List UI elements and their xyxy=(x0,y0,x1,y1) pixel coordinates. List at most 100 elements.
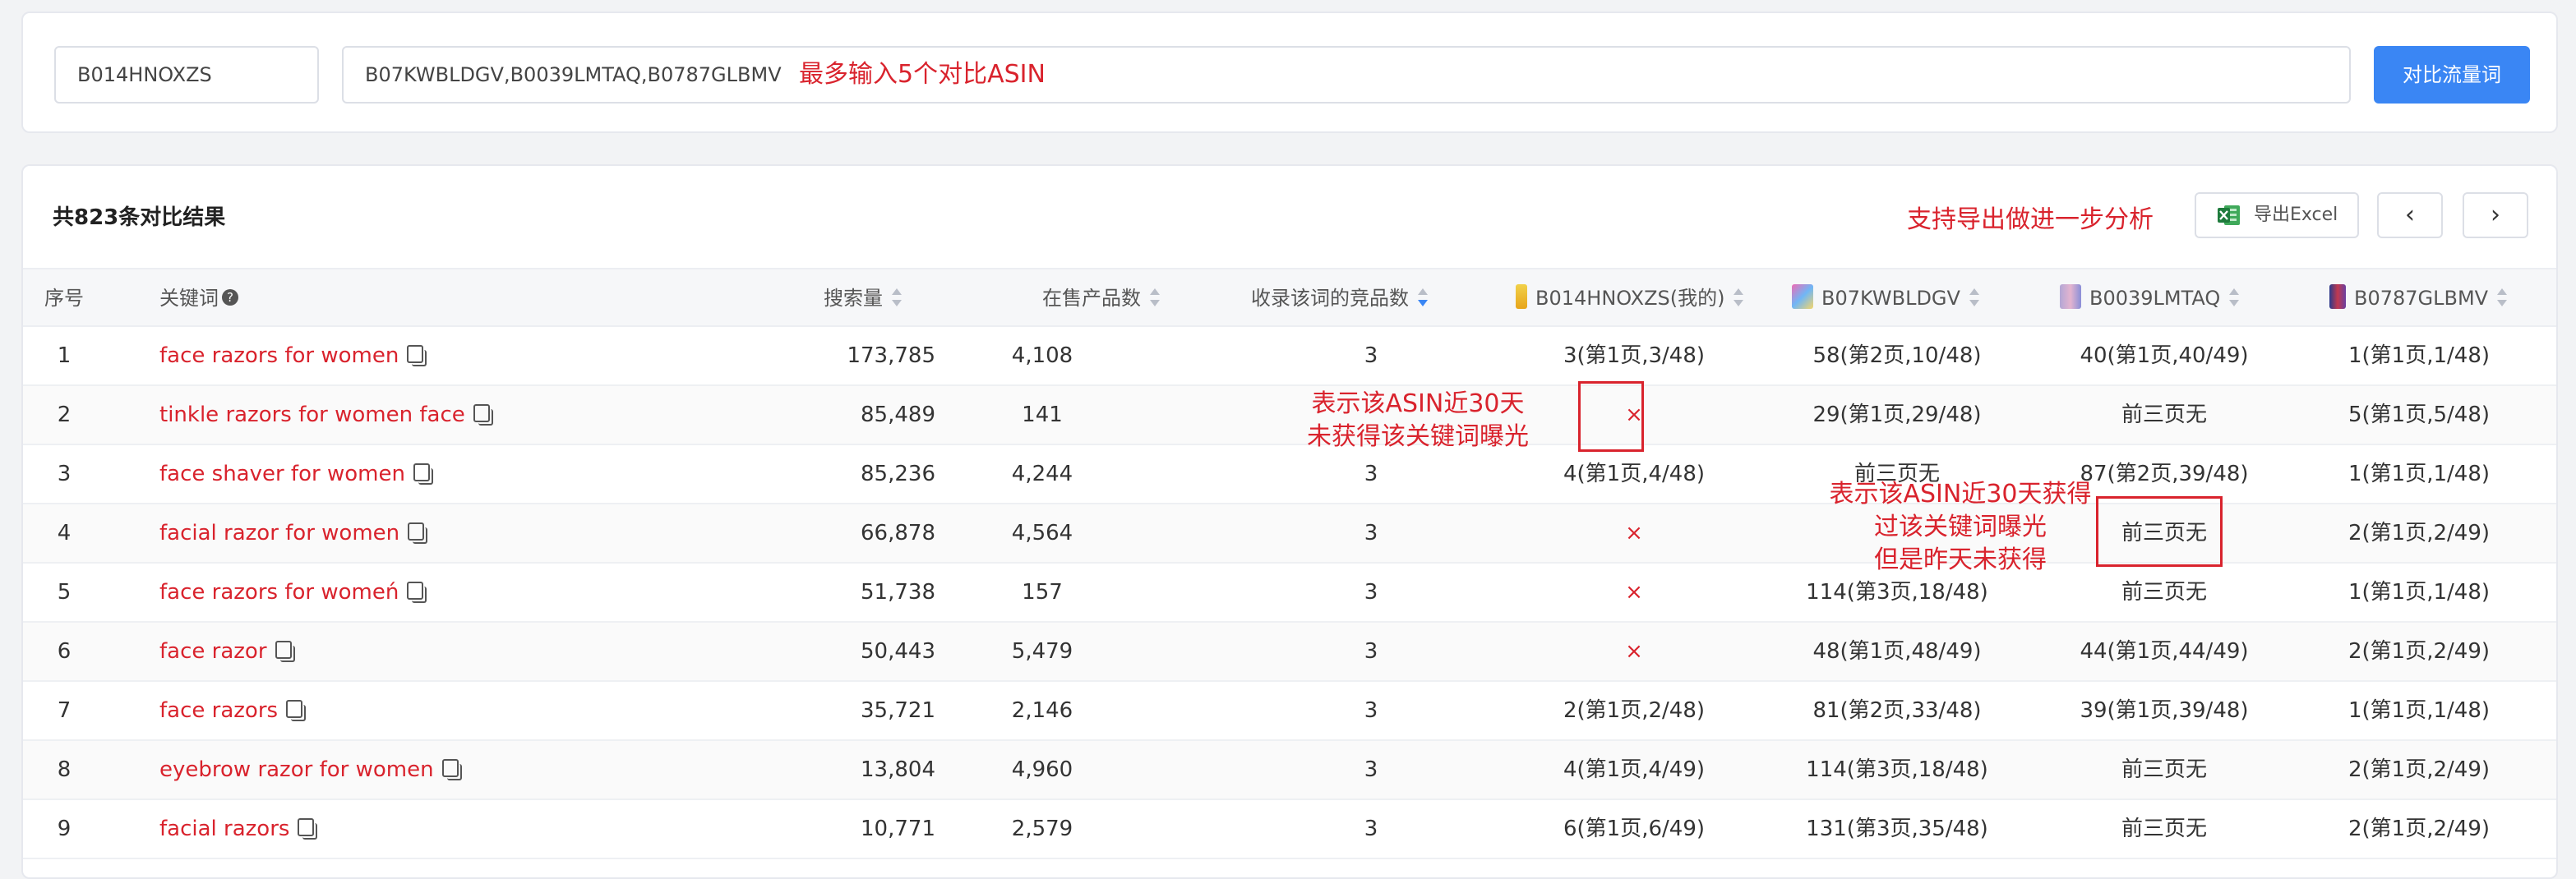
row-asin2-rank: 29(第1页,29/48) xyxy=(1812,403,1982,427)
row-volume: 85,236 xyxy=(861,462,935,486)
header-volume-label: 搜索量 xyxy=(824,287,883,310)
copy-icon[interactable] xyxy=(407,344,427,366)
compare-asin-hint: 最多输入5个对比ASIN xyxy=(799,60,1046,89)
sort-icon[interactable] xyxy=(2496,287,2508,308)
copy-icon[interactable] xyxy=(275,640,295,662)
row-keyword: face razors xyxy=(159,682,307,739)
chevron-left-icon: ‹ xyxy=(2405,200,2415,229)
row-products: 4,564 xyxy=(1011,521,1073,545)
header-products-label: 在售产品数 xyxy=(1042,287,1141,310)
sort-icon[interactable] xyxy=(1733,287,1744,308)
sort-icon[interactable] xyxy=(891,287,903,308)
row-asin1-rank: 3(第1页,3/48) xyxy=(1563,343,1706,368)
keyword-link[interactable]: face razors xyxy=(159,698,278,723)
header-competitors[interactable]: 收录该词的竞品数 xyxy=(1251,269,1429,327)
row-keyword: face razors for womeń xyxy=(159,564,427,621)
sort-icon[interactable] xyxy=(1149,287,1161,308)
header-asin2-label: B07KWBLDGV xyxy=(1821,287,1960,310)
row-keyword: facial razor for women xyxy=(159,504,428,562)
copy-icon[interactable] xyxy=(286,699,307,721)
header-asin3[interactable]: B0039LMTAQ xyxy=(2060,269,2240,327)
annotation-line: 表示该ASIN近30天 xyxy=(1311,389,1525,418)
product-thumbnail xyxy=(2329,284,2346,309)
row-keyword: face razor xyxy=(159,623,295,680)
prev-page-button[interactable]: ‹ xyxy=(2377,192,2443,238)
copy-icon[interactable] xyxy=(298,817,318,840)
header-index: 序号 xyxy=(44,287,84,310)
keyword-link[interactable]: face razors for women xyxy=(159,343,399,368)
copy-icon[interactable] xyxy=(408,522,428,544)
next-page-button[interactable]: › xyxy=(2463,192,2528,238)
sort-icon[interactable] xyxy=(2228,287,2240,308)
keyword-link[interactable]: face razor xyxy=(159,639,267,664)
help-icon[interactable]: ? xyxy=(222,289,238,306)
table-row: 1 face razors for women 173,785 4,108 3 … xyxy=(23,327,2556,386)
header-asin1[interactable]: B014HNOXZS(我的) xyxy=(1516,269,1744,327)
my-asin-input[interactable]: B014HNOXZS xyxy=(54,46,319,104)
compare-asin-input[interactable]: B07KWBLDGV,B0039LMTAQ,B0787GLBMV 最多输入5个对… xyxy=(342,46,2351,104)
row-asin3-rank: 40(第1页,40/49) xyxy=(2080,343,2249,368)
row-asin3-rank: 39(第1页,39/48) xyxy=(2080,698,2249,723)
not-exposed-mark: × xyxy=(1625,580,1643,605)
table-row: 8 eyebrow razor for women 13,804 4,960 3… xyxy=(23,741,2556,800)
row-products: 4,244 xyxy=(1011,462,1073,486)
row-index: 5 xyxy=(57,580,72,605)
header-keyword: 关键词? xyxy=(159,269,238,327)
compare-traffic-button[interactable]: 对比流量词 xyxy=(2374,46,2530,104)
keyword-link[interactable]: tinkle razors for women face xyxy=(159,403,465,427)
keyword-link[interactable]: face razors for womeń xyxy=(159,580,399,605)
row-asin2-rank: 48(第1页,48/49) xyxy=(1812,639,1982,664)
row-products: 5,479 xyxy=(1011,639,1073,664)
row-asin4-rank: 5(第1页,5/48) xyxy=(2347,403,2491,427)
row-asin4-rank: 1(第1页,1/48) xyxy=(2347,462,2491,486)
sort-icon[interactable] xyxy=(1417,287,1429,308)
chevron-right-icon: › xyxy=(2491,200,2500,229)
row-asin4-rank: 2(第1页,2/49) xyxy=(2347,757,2491,782)
row-volume: 50,443 xyxy=(861,639,935,664)
row-asin4-rank: 2(第1页,2/49) xyxy=(2347,817,2491,841)
copy-icon[interactable] xyxy=(473,403,493,426)
row-asin2-rank: 81(第2页,33/48) xyxy=(1812,698,1982,723)
compare-asin-value: B07KWBLDGV,B0039LMTAQ,B0787GLBMV xyxy=(365,63,782,86)
keyword-link[interactable]: face shaver for women xyxy=(159,462,405,486)
header-asin2[interactable]: B07KWBLDGV xyxy=(1792,269,1980,327)
header-volume[interactable]: 搜索量 xyxy=(824,269,903,327)
product-thumbnail xyxy=(1516,284,1527,309)
row-volume: 51,738 xyxy=(861,580,935,605)
highlight-box xyxy=(2096,496,2223,567)
row-asin4-rank: 2(第1页,2/49) xyxy=(2347,639,2491,664)
excel-icon xyxy=(2218,205,2240,225)
header-asin4-label: B0787GLBMV xyxy=(2354,287,2489,310)
row-index: 2 xyxy=(57,403,72,427)
row-volume: 13,804 xyxy=(861,757,935,782)
header-asin3-label: B0039LMTAQ xyxy=(2089,287,2221,310)
row-volume: 66,878 xyxy=(861,521,935,545)
row-index: 6 xyxy=(57,639,72,664)
copy-icon[interactable] xyxy=(413,463,433,485)
keyword-link[interactable]: eyebrow razor for women xyxy=(159,757,434,782)
export-excel-button[interactable]: 导出Excel xyxy=(2195,192,2359,238)
row-index: 7 xyxy=(57,698,72,723)
row-products: 4,960 xyxy=(1011,757,1073,782)
row-asin4-rank: 1(第1页,1/48) xyxy=(2347,698,2491,723)
table-header: 序号 关键词? 搜索量 在售产品数 收录该词的竞品数 B014HNOXZS(我的… xyxy=(23,268,2556,327)
row-products: 4,108 xyxy=(1011,343,1073,368)
row-asin4-rank: 2(第1页,2/49) xyxy=(2347,521,2491,545)
sort-icon[interactable] xyxy=(1969,287,1980,308)
copy-icon[interactable] xyxy=(441,758,462,780)
row-asin2-rank: 114(第3页,18/48) xyxy=(1806,757,1988,782)
header-asin4[interactable]: B0787GLBMV xyxy=(2329,269,2508,327)
header-products[interactable]: 在售产品数 xyxy=(1042,269,1161,327)
keyword-link[interactable]: facial razor for women xyxy=(159,521,399,545)
row-volume: 173,785 xyxy=(847,343,935,368)
row-index: 1 xyxy=(57,343,72,368)
keyword-link[interactable]: facial razors xyxy=(159,817,289,841)
row-asin1-rank: 6(第1页,6/49) xyxy=(1563,817,1706,841)
row-asin2-rank: 131(第3页,35/48) xyxy=(1806,817,1988,841)
row-asin3-rank: 前三页无 xyxy=(2121,403,2207,427)
row-asin3-rank: 44(第1页,44/49) xyxy=(2080,639,2249,664)
row-keyword: face shaver for women xyxy=(159,445,433,503)
copy-icon[interactable] xyxy=(407,581,427,603)
row-products: 2,146 xyxy=(1011,698,1073,723)
row-index: 9 xyxy=(57,817,72,841)
